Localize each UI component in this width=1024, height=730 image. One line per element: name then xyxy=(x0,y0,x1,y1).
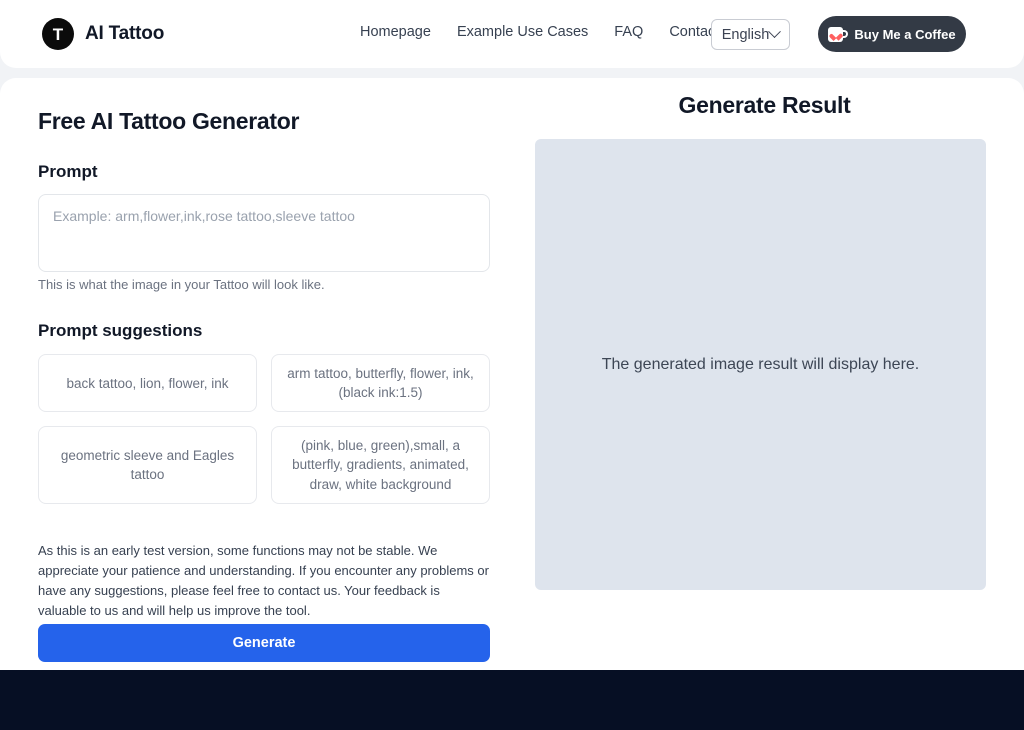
suggestion-chip[interactable]: geometric sleeve and Eagles tattoo xyxy=(38,426,257,504)
nav-link-homepage[interactable]: Homepage xyxy=(360,24,431,40)
brand-name: AI Tattoo xyxy=(85,23,165,44)
nav-link-faq[interactable]: FAQ xyxy=(614,24,643,40)
prompt-help-text: This is what the image in your Tattoo wi… xyxy=(38,277,325,292)
brand-logo[interactable]: T AI Tattoo xyxy=(42,18,164,50)
nav-link-example-use-cases[interactable]: Example Use Cases xyxy=(457,24,588,40)
language-selector[interactable]: English xyxy=(711,19,790,50)
generate-button[interactable]: Generate xyxy=(38,624,490,662)
page-root: T AI Tattoo Homepage Example Use Cases F… xyxy=(0,0,1024,730)
prompt-suggestions-list: back tattoo, lion, flower, ink arm tatto… xyxy=(38,354,490,504)
buy-me-a-coffee-button[interactable]: Buy Me a Coffee xyxy=(818,16,966,52)
chevron-down-icon xyxy=(768,25,782,39)
result-panel-title-text: Generate Result xyxy=(678,92,851,118)
logo-mark-icon: T xyxy=(42,18,74,50)
prompt-section-label: Prompt xyxy=(38,162,98,181)
site-footer xyxy=(0,670,1024,730)
prompt-suggestions-label: Prompt suggestions xyxy=(38,321,203,340)
suggestion-chip[interactable]: back tattoo, lion, flower, ink xyxy=(38,354,257,413)
main-navigation: Homepage Example Use Cases FAQ Contact xyxy=(360,24,719,40)
language-selected-value: English xyxy=(721,26,770,43)
generated-image-panel: The generated image result will display … xyxy=(535,139,986,590)
main-content-card: Free AI Tattoo Generator Prompt This is … xyxy=(0,78,1024,670)
suggestion-chip[interactable]: (pink, blue, green),small, a butterfly, … xyxy=(271,426,490,504)
site-header: T AI Tattoo Homepage Example Use Cases F… xyxy=(0,0,1024,68)
page-title: Free AI Tattoo Generator xyxy=(38,108,300,135)
prompt-input[interactable] xyxy=(38,194,490,272)
buy-me-a-coffee-label: Buy Me a Coffee xyxy=(854,26,956,42)
suggestion-chip[interactable]: arm tattoo, butterfly, flower, ink, (bla… xyxy=(271,354,490,413)
disclaimer-text: As this is an early test version, some f… xyxy=(38,543,489,619)
result-placeholder-text: The generated image result will display … xyxy=(601,355,920,373)
coffee-cup-heart-icon xyxy=(828,26,849,42)
